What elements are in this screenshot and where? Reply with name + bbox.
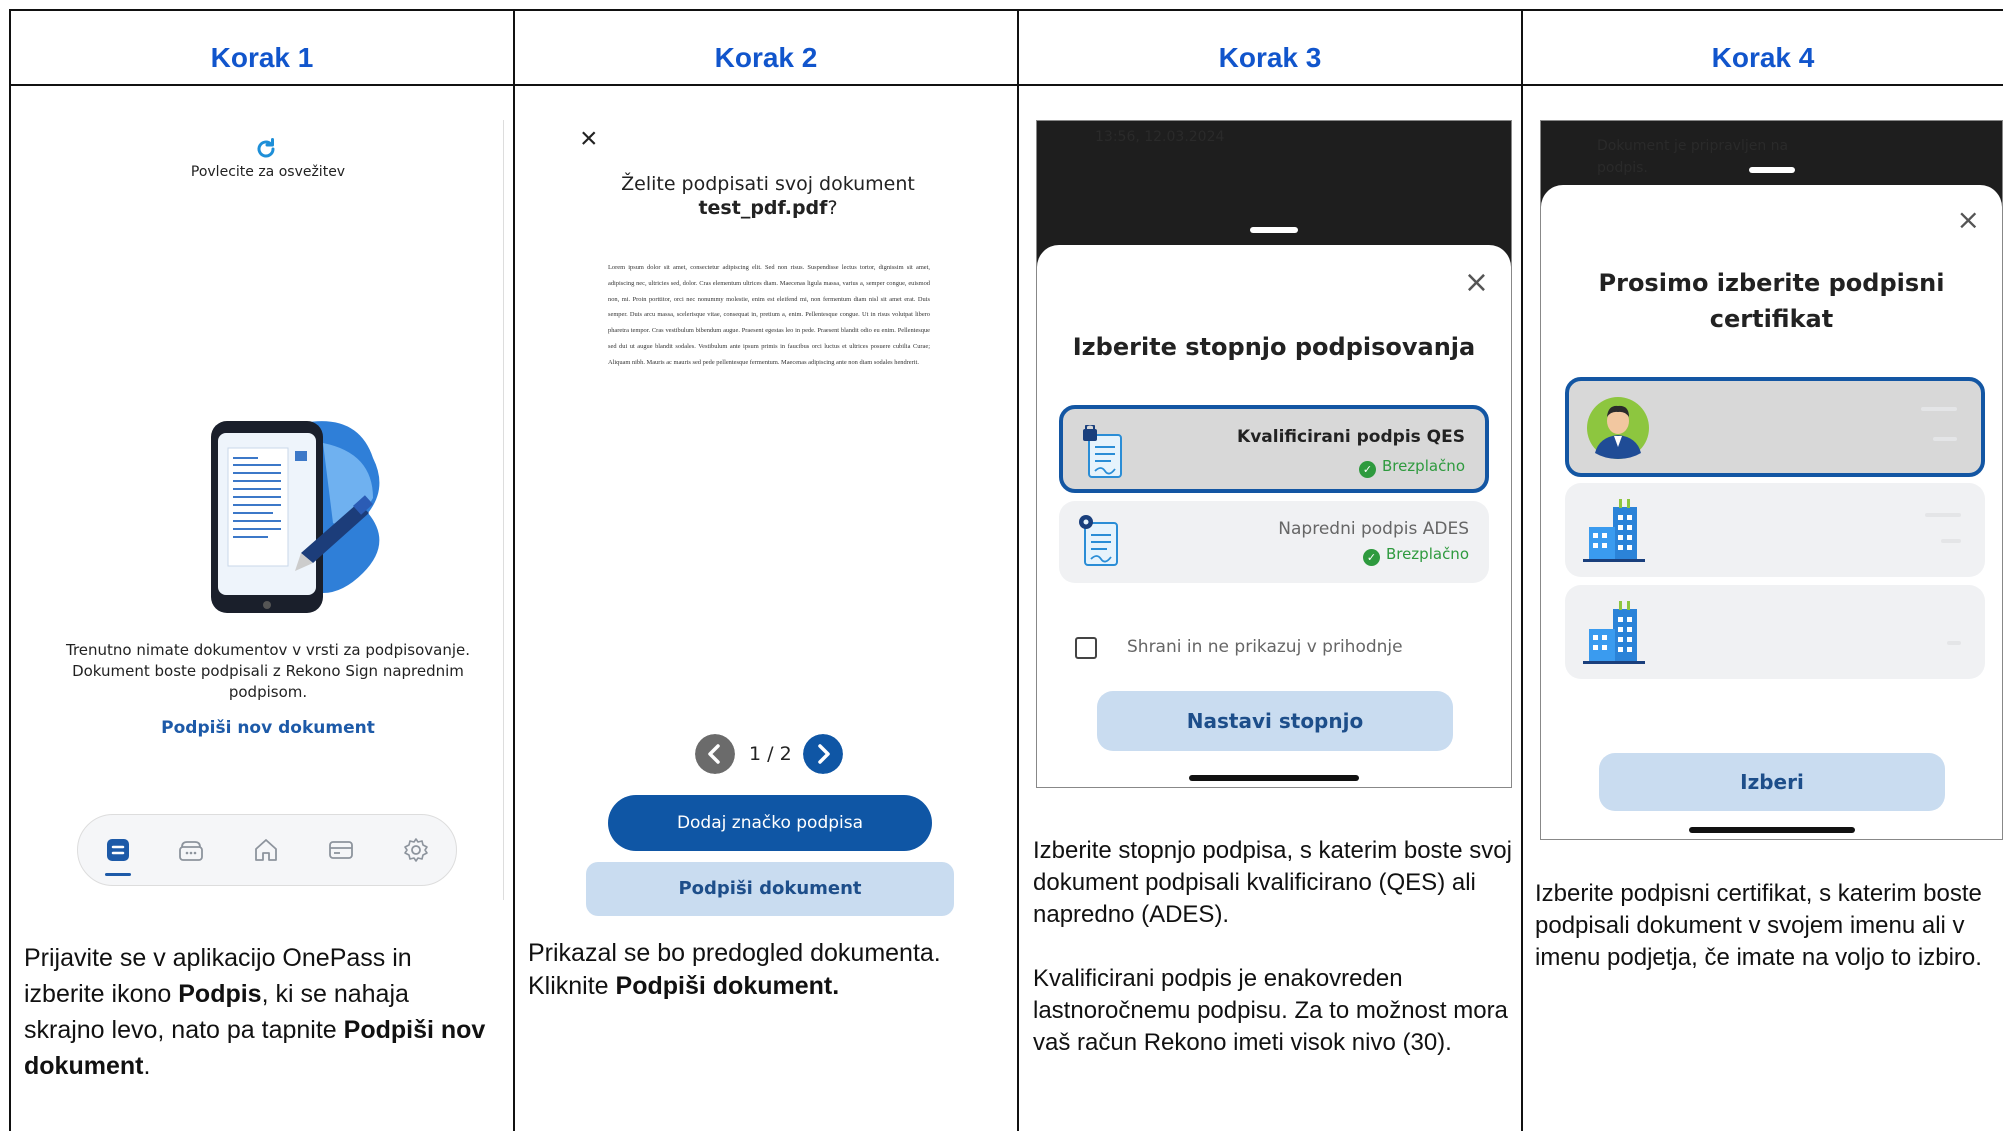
step4-phone-screen: Dokument je pripravljen na podpis. × Pro… [1540,120,2003,840]
sheet-drag-handle[interactable] [1749,167,1795,173]
advanced-signature-icon [1079,515,1118,566]
page-indicator: 1 / 2 [749,743,792,765]
signing-level-sheet: × Izberite stopnjo podpisovanja Kvalific… [1037,245,1511,787]
redacted-text [1925,513,1961,517]
redacted-text [1933,437,1957,441]
step2-caption: Prikazal se bo predogled dokumenta. Klik… [528,937,1008,1003]
caption-bold: Podpis [178,980,262,1008]
home-indicator [1689,827,1855,833]
caption-text: . [143,1052,151,1080]
wallet-icon[interactable] [178,837,204,863]
caption-bold: Podpiši dokument. [615,972,840,1000]
free-badge: ✓ Brezplačno [1358,457,1465,478]
certificate-company[interactable] [1565,585,1985,679]
redacted-text [1921,407,1957,411]
home-icon[interactable] [253,837,279,863]
step-heading: Korak 3 [1218,42,1322,73]
certificate-sheet: × Prosimo izberite podpisni certifikat I… [1541,185,2002,839]
previous-page-button[interactable] [695,734,735,774]
check-circle-icon: ✓ [1358,461,1376,478]
status-time: 13:56, 12.03.2024 [1095,129,1225,145]
card-icon[interactable] [328,837,354,863]
qualified-signature-icon [1083,425,1122,478]
badge-text: Brezplačno [1381,457,1465,475]
redacted-text [1947,641,1961,645]
pull-to-refresh-label: Povlecite za osvežitev [190,164,346,180]
sheet-title: Izberite stopnjo podpisovanja [1072,333,1476,361]
close-icon[interactable]: × [1957,203,1980,236]
certificate-personal[interactable] [1565,377,1985,477]
prompt-suffix: ? [827,197,838,219]
redacted-text [1941,539,1961,543]
prompt-line: Želite podpisati svoj dokument [621,173,915,195]
step-heading: Korak 4 [1711,42,1815,73]
certificate-company[interactable] [1565,483,1985,577]
option-label: Kvalificirani podpis QES [1237,427,1465,447]
caption-paragraph: Izberite stopnjo podpisa, s katerim bost… [1033,837,1512,928]
active-tab-indicator [105,873,131,876]
empty-queue-message: Trenutno nimate dokumentov v vrsti za po… [65,641,470,701]
close-icon[interactable]: × [580,122,598,156]
company-building-icon [1583,499,1645,562]
sign-document-button[interactable]: Podpiši dokument [586,862,954,916]
page-navigator: 1 / 2 [695,734,845,774]
option-qes[interactable]: Kvalificirani podpis QES ✓ Brezplačno [1059,405,1489,493]
option-label: Napredni podpis ADES [1278,519,1469,539]
step3-phone-screen: 13:56, 12.03.2024 × Izberite stopnjo pod… [1036,120,1512,788]
option-ades[interactable]: Napredni podpis ADES ✓ Brezplačno [1059,501,1489,583]
step-heading: Korak 2 [714,42,818,73]
sign-new-document-link[interactable]: Podpiši nov dokument [33,718,503,738]
caption-paragraph: Kvalificirani podpis je enakovreden last… [1033,965,1508,1056]
refresh-icon [257,138,275,158]
step-heading: Korak 1 [210,42,314,73]
remember-checkbox-label: Shrani in ne prikazuj v prihodnje [1127,637,1403,657]
sheet-drag-handle[interactable] [1250,227,1298,233]
sheet-title: Prosimo izberite podpisni certifikat [1598,269,1945,333]
step3-caption: Izberite stopnjo podpisa, s katerim bost… [1033,835,1513,1059]
check-circle-icon: ✓ [1362,549,1380,566]
step1-caption: Prijavite se v aplikacijo OnePass in izb… [24,940,494,1084]
phone-signing-illustration [211,421,380,613]
next-page-button[interactable] [803,734,843,774]
document-filename: test_pdf.pdf [698,197,828,219]
sign-prompt-title: Želite podpisati svoj dokument test_pdf.… [518,172,1018,220]
company-building-icon [1583,601,1645,664]
badge-text: Brezplačno [1385,545,1469,563]
set-level-button[interactable]: Nastavi stopnjo [1097,691,1453,751]
free-badge: ✓ Brezplačno [1362,545,1469,566]
step4-caption: Izberite podpisni certifikat, s katerim … [1535,880,1982,971]
bottom-navigation [77,814,457,886]
close-icon[interactable]: × [1464,265,1489,300]
table-top-border [9,9,2003,11]
document-preview: Lorem ipsum dolor sit amet, consectetur … [608,264,930,366]
documents-icon[interactable] [105,837,131,863]
remember-checkbox[interactable] [1075,637,1097,659]
choose-button[interactable]: Izberi [1599,753,1945,811]
gear-icon[interactable] [403,837,429,863]
person-avatar-icon [1587,397,1649,459]
add-signature-stamp-button[interactable]: Dodaj značko podpisa [608,795,932,851]
screen-edge [503,120,504,900]
step1-app-screen: Povlecite za osvežitev Trenutno nimate d… [33,108,503,898]
home-indicator [1189,775,1359,781]
